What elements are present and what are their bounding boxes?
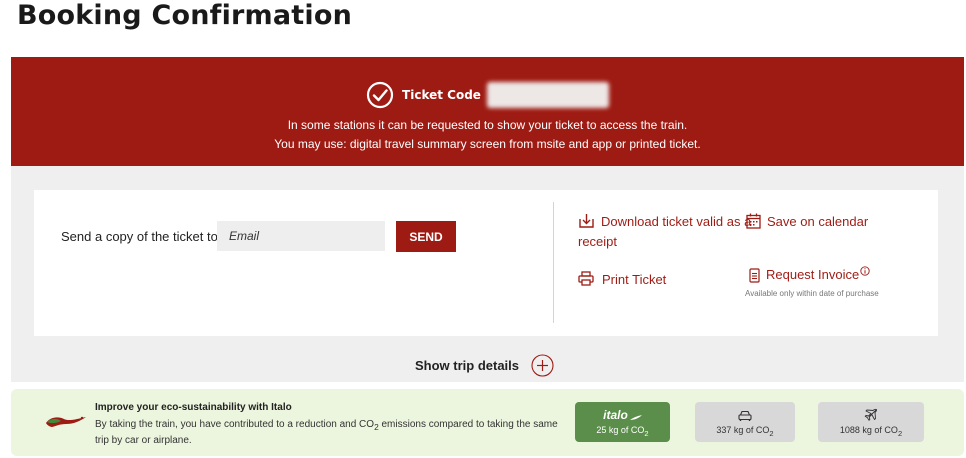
ticket-code-row: Ticket Code (11, 80, 964, 110)
co2-plane-value: 1088 kg of CO2 (839, 425, 903, 438)
ticket-code-label: Ticket Code (402, 88, 481, 102)
co2-italo-value: 25 kg of CO2 (596, 425, 649, 438)
info-icon[interactable] (860, 266, 870, 276)
eco-title: Improve your eco-sustainability with Ita… (95, 402, 292, 413)
calendar-icon (746, 213, 761, 229)
request-invoice-link[interactable]: Request Invoice (749, 266, 870, 284)
save-calendar-link[interactable]: Save on calendar (746, 213, 868, 231)
send-copy-label: Send a copy of the ticket to: (61, 229, 222, 244)
banner-info-line-2: You may use: digital travel summary scre… (274, 137, 701, 151)
co2-car-value: 337 kg of CO2 (716, 425, 774, 438)
car-icon (738, 410, 752, 421)
plus-circle-icon[interactable] (531, 354, 554, 377)
download-ticket-link-cont[interactable]: receipt (578, 233, 617, 251)
download-icon (579, 214, 594, 228)
invoice-icon (749, 268, 760, 283)
eco-text-part1: By taking the train, you have contribute… (95, 419, 375, 430)
page-title: Booking Confirmation (17, 0, 353, 31)
co2-car-box: 337 kg of CO2 (695, 402, 795, 442)
print-ticket-label: Print Ticket (602, 272, 667, 287)
send-button[interactable]: SEND (396, 221, 456, 252)
airplane-icon (864, 408, 878, 421)
co2-plane-box: 1088 kg of CO2 (818, 402, 924, 442)
download-ticket-label: Download ticket valid as a (601, 214, 752, 229)
check-circle-icon (366, 81, 394, 109)
co2-italo-box: italo 25 kg of CO2 (575, 402, 670, 442)
save-calendar-label: Save on calendar (767, 214, 869, 229)
ticket-code-value-redacted (486, 82, 609, 108)
email-input[interactable] (217, 221, 385, 251)
confirmation-banner: Ticket Code In some stations it can be r… (11, 57, 964, 166)
print-ticket-link[interactable]: Print Ticket (578, 271, 666, 289)
banner-info-line-1: In some stations it can be requested to … (287, 118, 688, 132)
eco-sustainability-banner: Improve your eco-sustainability with Ita… (11, 389, 964, 456)
italo-brand: italo (603, 408, 628, 422)
ticket-actions-card: Send a copy of the ticket to: SEND Downl… (34, 190, 938, 336)
italo-swoosh-icon (629, 415, 642, 420)
printer-icon (578, 271, 594, 286)
vertical-divider (553, 202, 554, 323)
download-ticket-link[interactable]: Download ticket valid as a (578, 213, 758, 231)
show-trip-details-label: Show trip details (415, 358, 520, 373)
download-ticket-label-cont: receipt (578, 234, 618, 249)
show-trip-details-toggle[interactable]: Show trip details (415, 354, 554, 377)
eco-description: By taking the train, you have contribute… (95, 418, 565, 448)
request-invoice-label: Request Invoice (766, 267, 860, 282)
italo-hare-logo-icon (46, 416, 86, 427)
invoice-note: Available only within date of purchase (745, 289, 879, 298)
